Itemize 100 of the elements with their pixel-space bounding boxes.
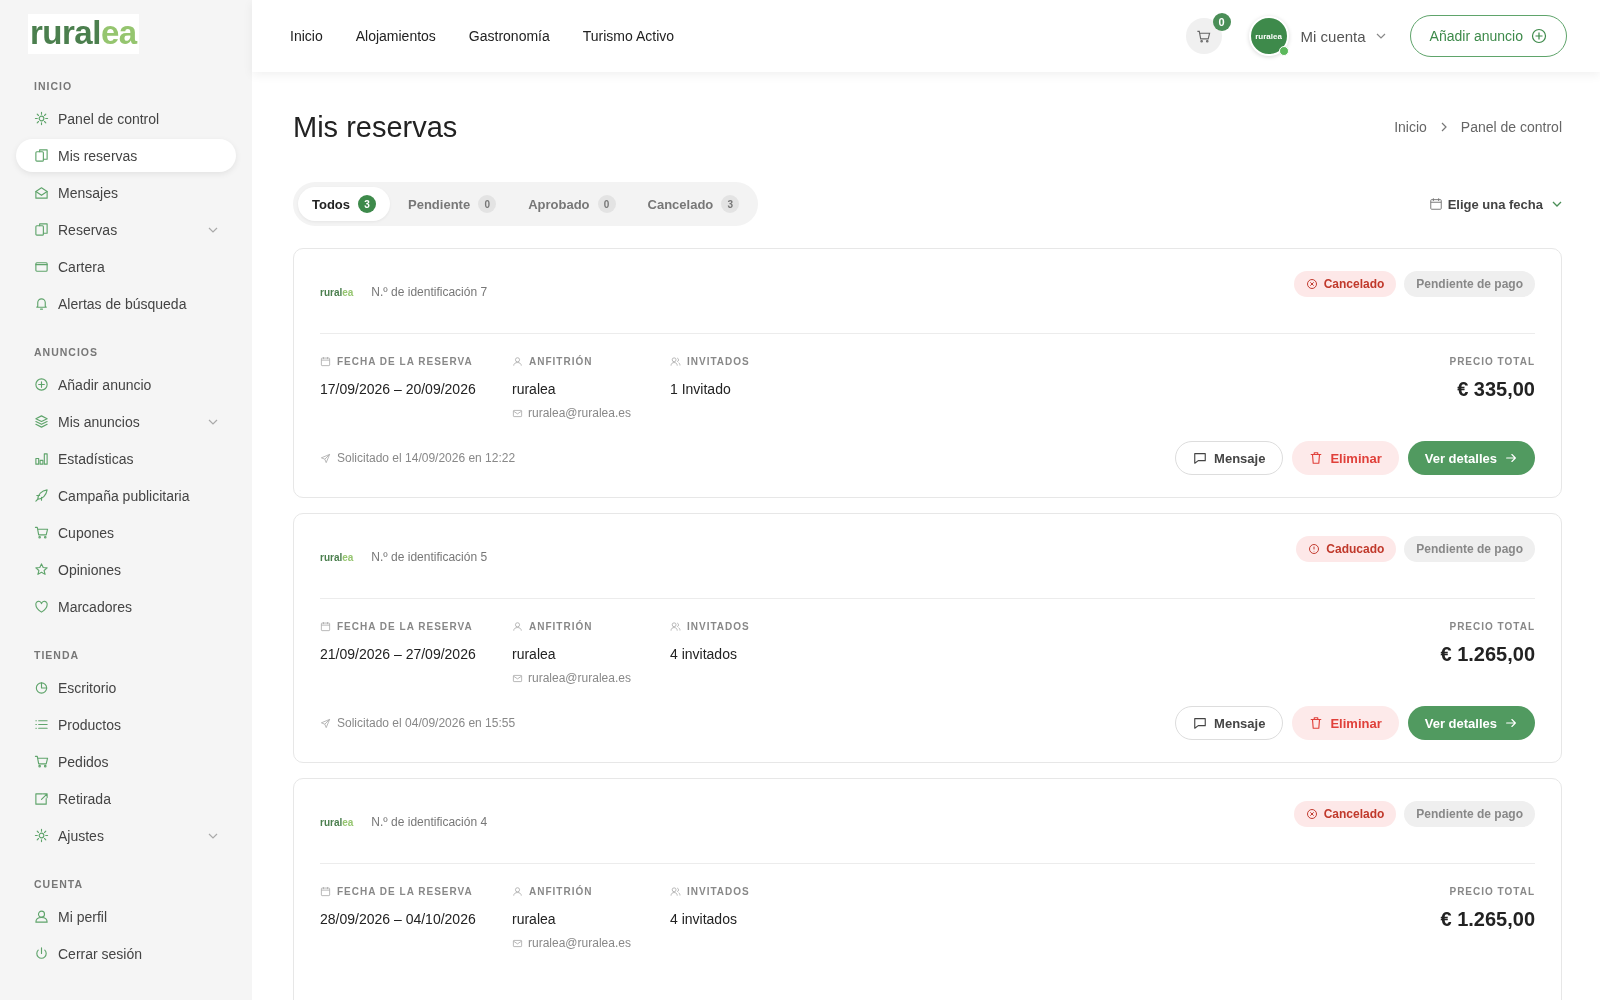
host-email: ruralea@ruralea.es [512,671,670,685]
host-name: ruralea [512,911,557,927]
nav-link[interactable]: Gastronomía [468,28,550,44]
arrow-right-icon [1504,716,1518,730]
user-icon [34,909,49,924]
send-icon [320,717,331,729]
guest-count: 4 invitados [670,911,738,927]
date-picker[interactable]: Elige una fecha [1428,196,1562,212]
field-label: FECHA DE LA RESERVA [320,356,512,367]
cart-icon [34,754,49,769]
sidebar-item[interactable]: Mis reservas [16,139,236,172]
field-label: PRECIO TOTAL [1449,621,1535,632]
user-icon [512,886,523,897]
envelope-icon [512,672,523,684]
nav-link[interactable]: Inicio [290,28,323,44]
sidebar-item[interactable]: Marcadores [16,590,236,623]
field-label: INVITADOS [670,356,870,367]
bar-chart-icon [34,451,49,466]
field-label: INVITADOS [670,621,870,632]
sidebar-item[interactable]: Mensajes [16,176,236,209]
host-name: ruralea [512,646,557,662]
pie-chart-icon [34,680,49,695]
status-badge: Pendiente de pago [1404,801,1535,827]
tab[interactable]: Pendiente 0 [394,187,511,221]
nav-link[interactable]: Turismo Activo [582,28,675,44]
sidebar-item[interactable]: Añadir anuncio [16,368,236,401]
documents-icon [34,222,49,237]
sidebar-item[interactable]: Reservas [16,213,236,246]
sidebar-item[interactable]: Panel de control [16,102,236,135]
sidebar-item[interactable]: Mi perfil [16,900,236,933]
cart-icon [34,525,49,540]
guest-count: 1 Invitado [670,381,732,397]
sidebar-item[interactable]: Pedidos [16,745,236,778]
delete-button[interactable]: Eliminar [1292,706,1399,740]
calendar-icon [320,886,331,897]
chevron-icon [208,418,218,425]
message-button[interactable]: Mensaje [1175,706,1284,740]
sidebar-item[interactable]: Cerrar sesión [16,937,236,970]
send-icon [320,452,331,464]
users-icon [670,356,681,367]
logo[interactable]: ruralea [28,14,139,54]
sidebar-item[interactable]: Estadísticas [16,442,236,475]
share-icon [34,791,49,806]
heart-icon [34,599,49,614]
total-price: € 335,00 [1457,378,1535,401]
field-label: PRECIO TOTAL [1449,886,1535,897]
sidebar-item[interactable]: Productos [16,708,236,741]
chevron-icon [1552,201,1562,207]
chat-icon [1193,716,1208,730]
power-icon [34,946,49,961]
sidebar-item[interactable]: Alertas de búsqueda [16,287,236,320]
total-price: € 1.265,00 [1440,643,1535,666]
sidebar-item[interactable]: Mis anuncios [16,405,236,438]
breadcrumb-link[interactable]: Panel de control [1460,119,1562,135]
delete-button[interactable]: Eliminar [1292,441,1399,475]
status-badge: Caducado [1296,536,1397,562]
chat-icon [1193,451,1208,465]
plus-circle-icon [1531,28,1547,44]
status-badge: Cancelado [1293,801,1397,827]
sidebar-item[interactable]: Escritorio [16,671,236,704]
field-label: ANFITRIÓN [512,356,670,367]
users-icon [670,621,681,632]
field-label: INVITADOS [670,886,870,897]
field-label: PRECIO TOTAL [1449,356,1535,367]
sidebar-item[interactable]: Campaña publicitaria [16,479,236,512]
calendar-icon [320,356,331,367]
sidebar-item[interactable]: Retirada [16,782,236,815]
field-label: ANFITRIÓN [512,621,670,632]
host-name: ruralea [512,381,557,397]
wallet-icon [34,259,49,274]
sidebar-item[interactable]: Ajustes [16,819,236,852]
message-button[interactable]: Mensaje [1175,441,1284,475]
tab[interactable]: Todos 3 [298,187,391,221]
section-title: ANUNCIOS [33,346,99,358]
logo: ruralea [320,551,354,563]
sidebar-item[interactable]: Opiniones [16,553,236,586]
rocket-icon [34,488,49,503]
sidebar-item[interactable]: Cartera [16,250,236,283]
breadcrumb-link[interactable]: Inicio [1394,119,1427,135]
alert-circle-icon [1308,543,1321,555]
chevron-icon [208,226,218,233]
field-label: FECHA DE LA RESERVA [320,886,512,897]
tab[interactable]: Aprobado 0 [514,187,630,221]
arrow-right-icon [1504,451,1518,465]
user-icon [512,356,523,367]
status-badge: Cancelado [1293,271,1397,297]
host-email: ruralea@ruralea.es [512,406,670,420]
count-badge: 3 [721,195,740,213]
star-icon [34,562,49,577]
avatar[interactable]: ruralea [1248,16,1289,56]
sidebar-item[interactable]: Cupones [16,516,236,549]
account-menu[interactable]: Mi cuenta [1300,27,1386,45]
add-listing-button[interactable]: Añadir anuncio [1409,15,1567,57]
chevron-icon [208,832,218,839]
cart-button[interactable] [1185,18,1222,54]
cart-icon [1196,28,1212,44]
nav-link[interactable]: Alojamientos [355,28,436,44]
total-price: € 1.265,00 [1440,908,1535,931]
cart-count: 0 [1212,13,1231,31]
tab[interactable]: Cancelado 3 [633,187,754,221]
